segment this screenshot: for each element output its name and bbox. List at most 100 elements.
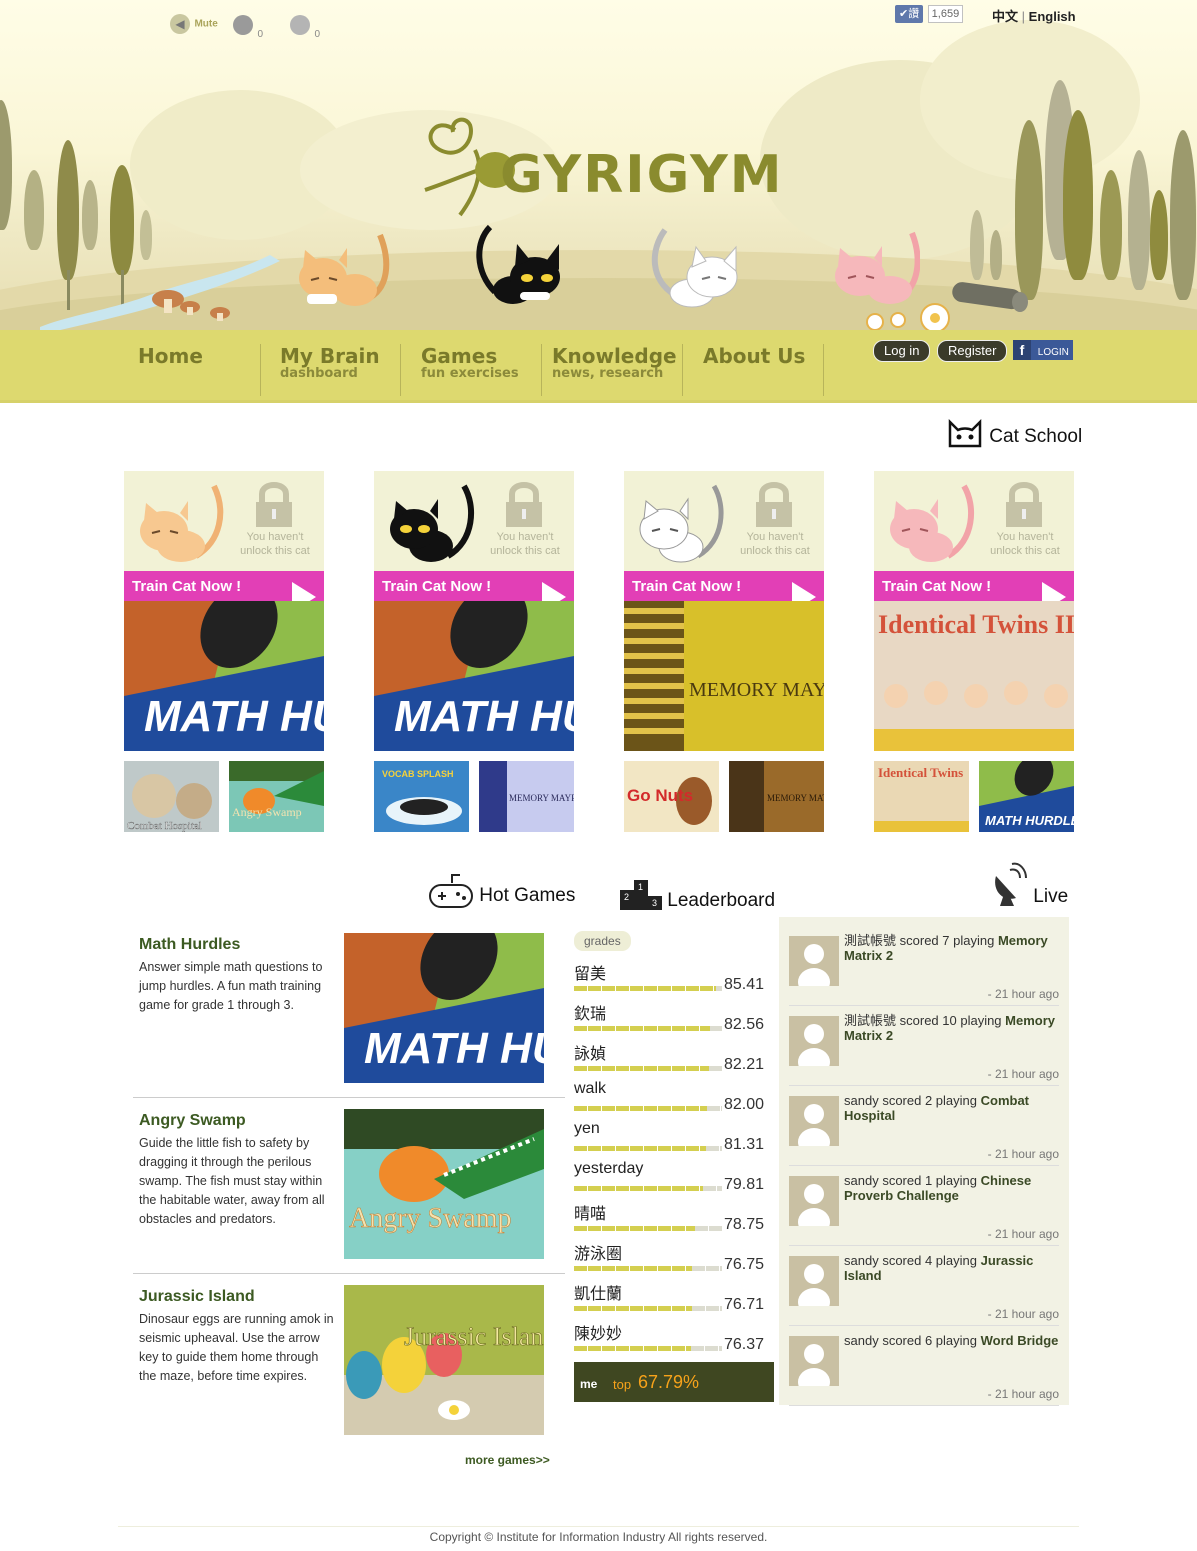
mute-button[interactable]: ◀ Mute [170,14,218,34]
leaderboard-row: 游泳圈 76.75 [574,1240,774,1280]
more-games-link[interactable]: more games>> [465,1453,550,1467]
nav-my-brain[interactable]: My Brain dashboard [262,344,401,396]
fb-like-button[interactable]: ✔讚 [895,5,924,23]
gamepad-icon [429,874,473,908]
nav-home[interactable]: Home [120,344,261,396]
game-art-math-hurdles[interactable]: MATH HURDLES [374,601,574,751]
nav-knowledge[interactable]: Knowledge news, research [534,344,683,396]
hot-game-title[interactable]: Angry Swamp [139,1112,246,1130]
orange-cat-icon [299,233,390,306]
live-title: Live [1033,886,1069,907]
live-feed-item: sandy scored 1 playing Chinese Proverb C… [789,1173,1059,1246]
live-user[interactable]: sandy [844,1333,879,1348]
divider [133,1273,565,1274]
live-user[interactable]: 測試帳號 [844,933,896,948]
footer-divider [118,1526,1079,1527]
lock-icon [506,482,542,527]
score-bar-remainder [695,1226,722,1231]
lock-message-line2: unlock this cat [490,545,560,557]
nav-games[interactable]: Games fun exercises [403,344,542,396]
lock-icon [756,482,792,527]
live-action: scored 1 playing [882,1173,977,1188]
nav-about-us[interactable]: About Us [685,344,824,396]
mushroom-icon [152,290,230,321]
thumb-go-nuts[interactable]: Go Nuts [624,761,719,832]
thumb-memory-matrix[interactable]: MEMORY MATRIX [729,761,824,832]
thumb-math-hurdles[interactable]: MATH HURDLES [979,761,1074,832]
live-game-link[interactable]: Word Bridge [981,1333,1059,1348]
hot-game-image[interactable]: Jurassic Island [344,1285,544,1435]
default-avatar-icon [798,1024,830,1066]
train-cat-label: Train Cat Now ! [882,578,992,595]
nav-about-us-label: About Us [703,344,806,368]
live-user[interactable]: sandy [844,1253,879,1268]
leaderboard-title: Leaderboard [667,890,776,911]
grades-tab[interactable]: grades [574,931,631,951]
live-feed-item: 測試帳號 scored 10 playing Memory Matrix 2 - … [789,1013,1059,1086]
lock-message-line1: You haven't [746,531,804,543]
combat-hospital-thumb: Combat Hospital [124,761,219,832]
live-feed-text: 測試帳號 scored 10 playing Memory Matrix 2 [844,1013,1059,1043]
live-heading: Live [990,862,1068,908]
hot-game-image[interactable]: MATH HURDLES [344,933,544,1083]
jurassic-island-art: Jurassic Island [344,1285,544,1435]
leaderboard-row: yen 81.31 [574,1120,774,1160]
game-art-memory-mayrix[interactable]: MEMORY MAYRIX II [624,601,824,751]
hot-game-image[interactable]: Angry Swamp [344,1109,544,1259]
angry-swamp-art: Angry Swamp [344,1109,544,1259]
copyright-text: Copyright © Institute for Information In… [429,1530,768,1544]
facebook-icon: f [1013,340,1031,360]
score-bar [574,1266,722,1271]
score-bar [574,1066,722,1071]
coin-counter: 0 [233,15,263,40]
live-user[interactable]: sandy [844,1173,879,1188]
me-label: me [580,1377,598,1391]
live-user[interactable]: sandy [844,1093,879,1108]
leaderboard-row: 留美 85.41 [574,960,774,1000]
lang-en-link[interactable]: English [1029,9,1076,24]
fb-like-label: 讚 [908,8,920,20]
gear-icon [290,15,310,35]
hot-game-title[interactable]: Math Hurdles [139,936,240,954]
score-bar [574,1226,722,1231]
leaderboard-name: 陳妙妙 [574,1326,623,1343]
score-bar-remainder [705,1146,722,1151]
leaderboard-name: yesterday [574,1160,644,1177]
live-feed-item: sandy scored 4 playing Jurassic Island - … [789,1253,1059,1326]
hot-game-title[interactable]: Jurassic Island [139,1288,255,1306]
register-button[interactable]: Register [937,340,1008,362]
lock-message: You haven't unlock this cat [984,530,1066,558]
thumb-memory-mayrix-iii[interactable]: MEMORY MAYRIX III [479,761,574,832]
thumb-vocab-splash[interactable]: VOCAB SPLASH [374,761,469,832]
game-art-identical-twins[interactable]: Identical Twins II [874,601,1074,751]
gear-count: 0 [314,29,321,41]
podium-first: 1 [638,882,643,892]
leaderboard-heading: 1 2 3 Leaderboard [620,878,775,912]
login-button[interactable]: Log in [873,340,931,362]
cat-unlock-panel: You haven't unlock this cat [124,471,324,571]
memory-mayrix-iii-thumb: MEMORY MAYRIX III [479,761,574,832]
game-art-math-hurdles[interactable]: MATH HURDLES [124,601,324,751]
leaderboard-name: walk [574,1080,607,1097]
language-switch: 中文 | English [992,6,1076,25]
live-user[interactable]: 測試帳號 [844,1013,896,1028]
memory-mayrix-iii-thumb-text: MEMORY MAYRIX III [509,793,574,803]
leaderboard-score: 79.81 [723,1176,764,1193]
thumb-angry-swamp[interactable]: Angry Swamp [229,761,324,832]
cat-face-icon [948,418,982,448]
facebook-login-button[interactable]: f LOGIN [1013,340,1073,360]
lang-separator: | [1021,9,1026,24]
math-hurdles-art-text: MATH HURDLES [144,692,324,741]
live-feed-text: 測試帳號 scored 7 playing Memory Matrix 2 [844,933,1059,963]
hot-game-desc: Guide the little fish to safety by dragg… [139,1136,325,1226]
vocab-splash-thumb: VOCAB SPLASH [374,761,469,832]
memory-mayrix-art: MEMORY MAYRIX II [624,601,824,751]
memory-mayrix-art-text: MEMORY MAYRIX II [689,679,824,701]
thumb-combat-hospital[interactable]: Combat Hospital [124,761,219,832]
score-bar-remainder [707,1106,722,1111]
leaderboard-score: 85.41 [723,976,764,993]
lang-zh-link[interactable]: 中文 [992,9,1018,24]
thumb-identical-twins[interactable]: Identical Twins [874,761,969,832]
leaderboard-row: walk 82.00 [574,1080,774,1120]
fb-like-widget[interactable]: ✔讚 1,659 [895,4,964,23]
